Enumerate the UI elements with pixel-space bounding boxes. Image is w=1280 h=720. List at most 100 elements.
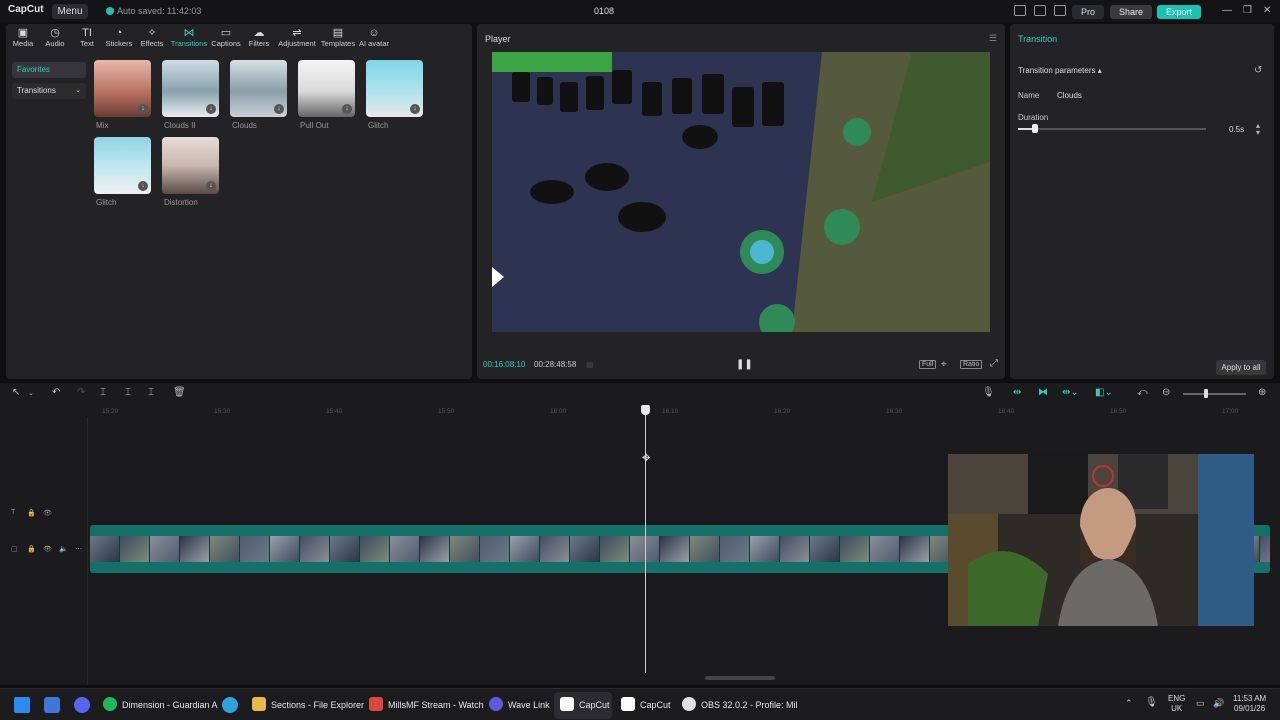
duration-value[interactable]: 0.5s	[1229, 125, 1244, 134]
tool-ai-avatar[interactable]: ☺ AI avatar	[356, 27, 392, 48]
transition-thumb-glitch[interactable]: ↓	[366, 60, 423, 117]
tray-chevron-up-icon[interactable]: ⌃	[1125, 698, 1133, 709]
playhead-handle[interactable]	[641, 405, 650, 415]
download-icon[interactable]: ↓	[138, 181, 148, 191]
screenshot-icon[interactable]: ⌖	[941, 359, 947, 370]
apply-to-all-button[interactable]: Apply to all	[1216, 360, 1266, 375]
ratio-button[interactable]: Ratio	[960, 360, 983, 369]
taskbar-spotify[interactable]: Dimension - Guardian A	[103, 697, 218, 713]
duration-slider-track[interactable]	[1018, 128, 1206, 130]
mail-icon[interactable]	[44, 697, 60, 713]
eye-icon[interactable]: 👁	[43, 545, 52, 553]
zoom-slider-handle[interactable]	[1204, 389, 1208, 398]
transition-parameters-header[interactable]: Transition parameters ▴	[1018, 66, 1102, 75]
taskbar-wave-link[interactable]: Wave Link	[489, 697, 550, 713]
fit-timeline-icon[interactable]: ⤺	[1137, 387, 1148, 398]
download-icon[interactable]: ↓	[410, 104, 420, 114]
select-tool-icon[interactable]: ↖	[12, 387, 20, 398]
volume-icon[interactable]: 🔊	[1213, 698, 1224, 709]
tool-transitions[interactable]: ⋈ Transitions	[170, 27, 208, 48]
delete-icon[interactable]: 🗑	[173, 387, 186, 398]
minimize-icon[interactable]: —	[1222, 5, 1232, 16]
tool-text[interactable]: TI Text	[70, 27, 104, 48]
transition-thumb-clouds[interactable]: ↓	[230, 60, 287, 117]
transition-thumb-pull-out[interactable]: ↓	[298, 60, 355, 117]
tool-adjustment[interactable]: ⇌ Adjustment	[277, 27, 317, 48]
menu-button[interactable]: Menu	[52, 4, 88, 19]
discord-icon[interactable]	[74, 697, 90, 713]
timeline-ruler[interactable]: 15:20 15:30 15:40 15:50 16:00 16:10 16:2…	[90, 405, 1280, 417]
download-icon[interactable]: ↓	[138, 104, 148, 114]
download-icon[interactable]: ↓	[206, 181, 216, 191]
transitions-dropdown[interactable]: Transitions ⌄	[12, 83, 86, 99]
favorites-item[interactable]: Favorites	[12, 62, 86, 78]
tray-mic-icon[interactable]: 🎙	[1145, 697, 1158, 708]
transition-thumb-glitch-2[interactable]: ↓	[94, 137, 151, 194]
maximize-icon[interactable]: ❐	[1243, 5, 1252, 16]
more-icon[interactable]: ⋯	[75, 545, 82, 553]
system-clock[interactable]: 11:53 AM 09/01/26	[1233, 694, 1266, 714]
close-icon[interactable]: ✕	[1263, 5, 1271, 16]
download-icon[interactable]: ↓	[206, 104, 216, 114]
shortcuts-icon[interactable]	[1054, 5, 1066, 16]
preview-axis-icon[interactable]: ◧⌄	[1095, 387, 1113, 398]
microphone-icon[interactable]: 🎙	[982, 387, 995, 398]
trim-right-icon[interactable]: ⌶	[148, 387, 154, 398]
windows-start-icon[interactable]	[14, 697, 30, 713]
tool-captions[interactable]: ▭ Captions	[209, 27, 243, 48]
network-icon[interactable]: ▭	[1196, 698, 1205, 709]
transition-thumb-mix[interactable]: ↓	[94, 60, 151, 117]
taskbar-capcut-2[interactable]: CapCut	[621, 697, 671, 713]
video-preview[interactable]	[492, 52, 990, 332]
download-icon[interactable]: ↓	[274, 104, 284, 114]
transition-thumb-clouds-ii[interactable]: ↓	[162, 60, 219, 117]
lock-icon[interactable]: 🔒	[27, 545, 36, 553]
taskbar-file-explorer[interactable]: Sections - File Explorer	[252, 697, 364, 713]
pro-button[interactable]: Pro	[1072, 5, 1104, 19]
playhead-line[interactable]	[645, 411, 646, 673]
timeline-scrollbar[interactable]	[705, 676, 775, 680]
inspector-tab-transition[interactable]: Transition	[1018, 34, 1057, 44]
chevron-down-icon[interactable]: ⌄	[28, 389, 34, 397]
taskbar-obs[interactable]: OBS 32.0.2 - Profile: Mil	[682, 697, 798, 713]
taskbar-browser[interactable]: MillsMF Stream - Watch	[369, 697, 484, 713]
undo-icon[interactable]: ↶	[52, 387, 60, 398]
layout-icon[interactable]	[1014, 5, 1026, 16]
zoom-in-icon[interactable]: ⊕	[1258, 387, 1266, 398]
player-menu-icon[interactable]: ☰	[989, 33, 997, 44]
lock-icon[interactable]: 🔒	[27, 509, 36, 517]
duration-stepper-icon[interactable]: ▴ ▾	[1256, 122, 1260, 137]
duration-slider-handle[interactable]	[1032, 124, 1038, 133]
pause-button[interactable]: ❚❚	[736, 359, 753, 370]
share-button[interactable]: Share	[1110, 5, 1152, 19]
panel-icon[interactable]	[1034, 5, 1046, 16]
tool-media[interactable]: ▣ Media	[6, 27, 40, 48]
cover-icon[interactable]: ▢	[11, 545, 18, 553]
reset-icon[interactable]: ↺	[1254, 65, 1262, 76]
tool-audio[interactable]: ◷ Audio	[38, 27, 72, 48]
tool-effects[interactable]: ✧ Effects	[135, 27, 169, 48]
clip-frame	[120, 536, 150, 562]
redo-icon[interactable]: ↷	[77, 387, 85, 398]
eye-icon[interactable]: 👁	[43, 509, 52, 517]
tool-filters[interactable]: ☁ Filters	[242, 27, 276, 48]
telegram-icon[interactable]	[222, 697, 238, 713]
split-icon[interactable]: ⌶	[100, 387, 106, 398]
fullscreen-icon[interactable]: ⤢	[990, 358, 998, 369]
main-track-magnet-icon[interactable]: ⇹	[1013, 387, 1021, 398]
tool-templates[interactable]: ▤ Templates	[319, 27, 357, 48]
transition-thumb-distortion[interactable]: ↓	[162, 137, 219, 194]
tool-stickers[interactable]: ◔ Stickers	[102, 27, 136, 48]
linkage-icon[interactable]: ⇹⌄	[1062, 387, 1079, 398]
language-indicator[interactable]: ENG UK	[1168, 694, 1185, 714]
trim-left-icon[interactable]: ⌶	[125, 387, 131, 398]
download-icon[interactable]: ↓	[342, 104, 352, 114]
zoom-out-icon[interactable]: ⊖	[1162, 387, 1170, 398]
auto-snap-icon[interactable]: ⧓	[1038, 387, 1048, 398]
full-quality-button[interactable]: Full	[919, 360, 937, 369]
taskbar-capcut-1[interactable]: CapCut	[560, 697, 610, 713]
timecode-grid-icon[interactable]: ▦	[586, 360, 594, 369]
audio-mute-icon[interactable]: 🔈	[59, 545, 68, 553]
zoom-slider-track[interactable]	[1183, 393, 1246, 395]
export-button[interactable]: Export	[1157, 5, 1201, 19]
